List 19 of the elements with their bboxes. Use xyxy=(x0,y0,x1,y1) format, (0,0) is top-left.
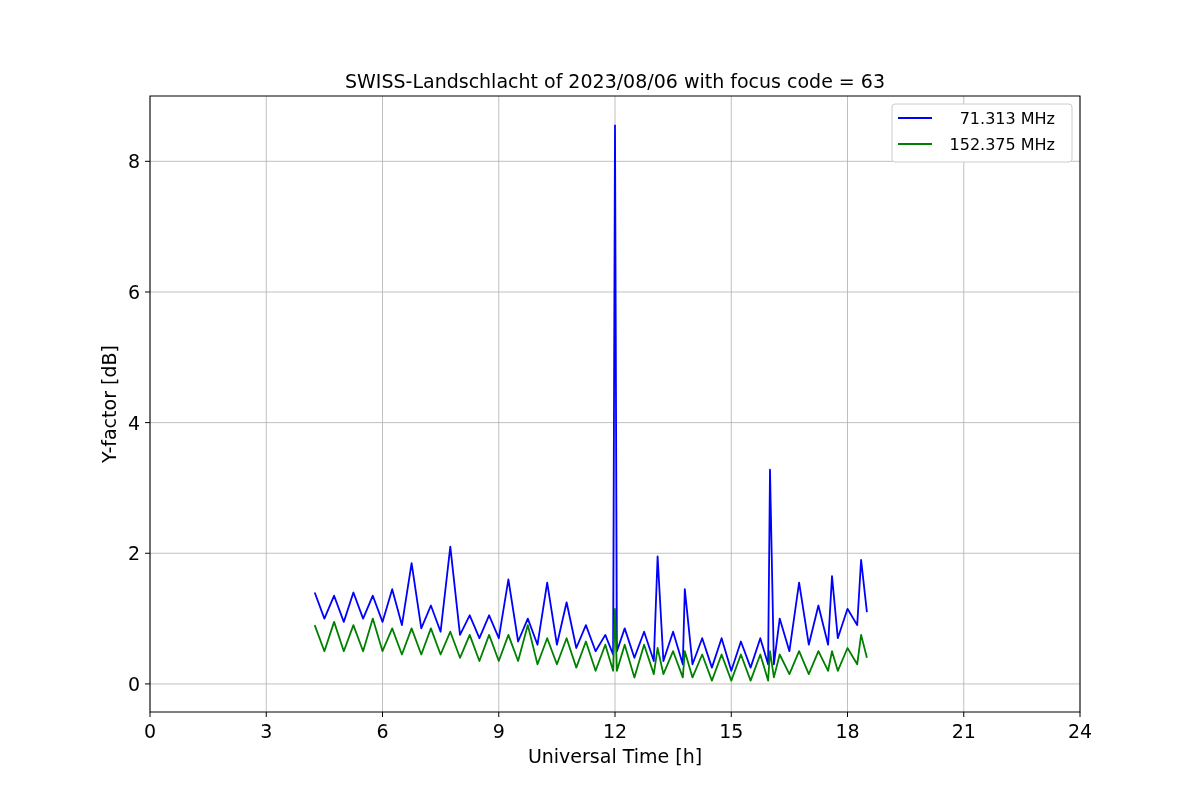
tick-label: 12 xyxy=(602,720,628,742)
axis-label: Y-factor [dB] xyxy=(98,345,120,463)
tick-label: 3 xyxy=(260,720,273,742)
tick-label: 4 xyxy=(127,411,140,434)
tick-label: 2 xyxy=(127,542,140,565)
chart-title: SWISS-Landschlacht of 2023/08/06 with focus code = 63 xyxy=(345,70,885,92)
tick-label: 0 xyxy=(143,720,157,742)
tick-label: 6 xyxy=(127,280,140,303)
tick-label: 8 xyxy=(127,150,140,173)
tick-label: 15 xyxy=(719,720,744,742)
tick-label: 0 xyxy=(127,672,140,695)
axis-label: Universal Time [h] xyxy=(527,745,703,767)
tick-label: 24 xyxy=(1067,720,1093,742)
legend-label: 152.375 MHz xyxy=(949,135,1055,154)
legend-label: 71.313 MHz xyxy=(959,109,1055,128)
tick-label: 9 xyxy=(492,720,505,742)
tick-label: 18 xyxy=(835,720,860,742)
tick-label: 21 xyxy=(951,720,976,742)
tick-label: 6 xyxy=(376,720,389,742)
